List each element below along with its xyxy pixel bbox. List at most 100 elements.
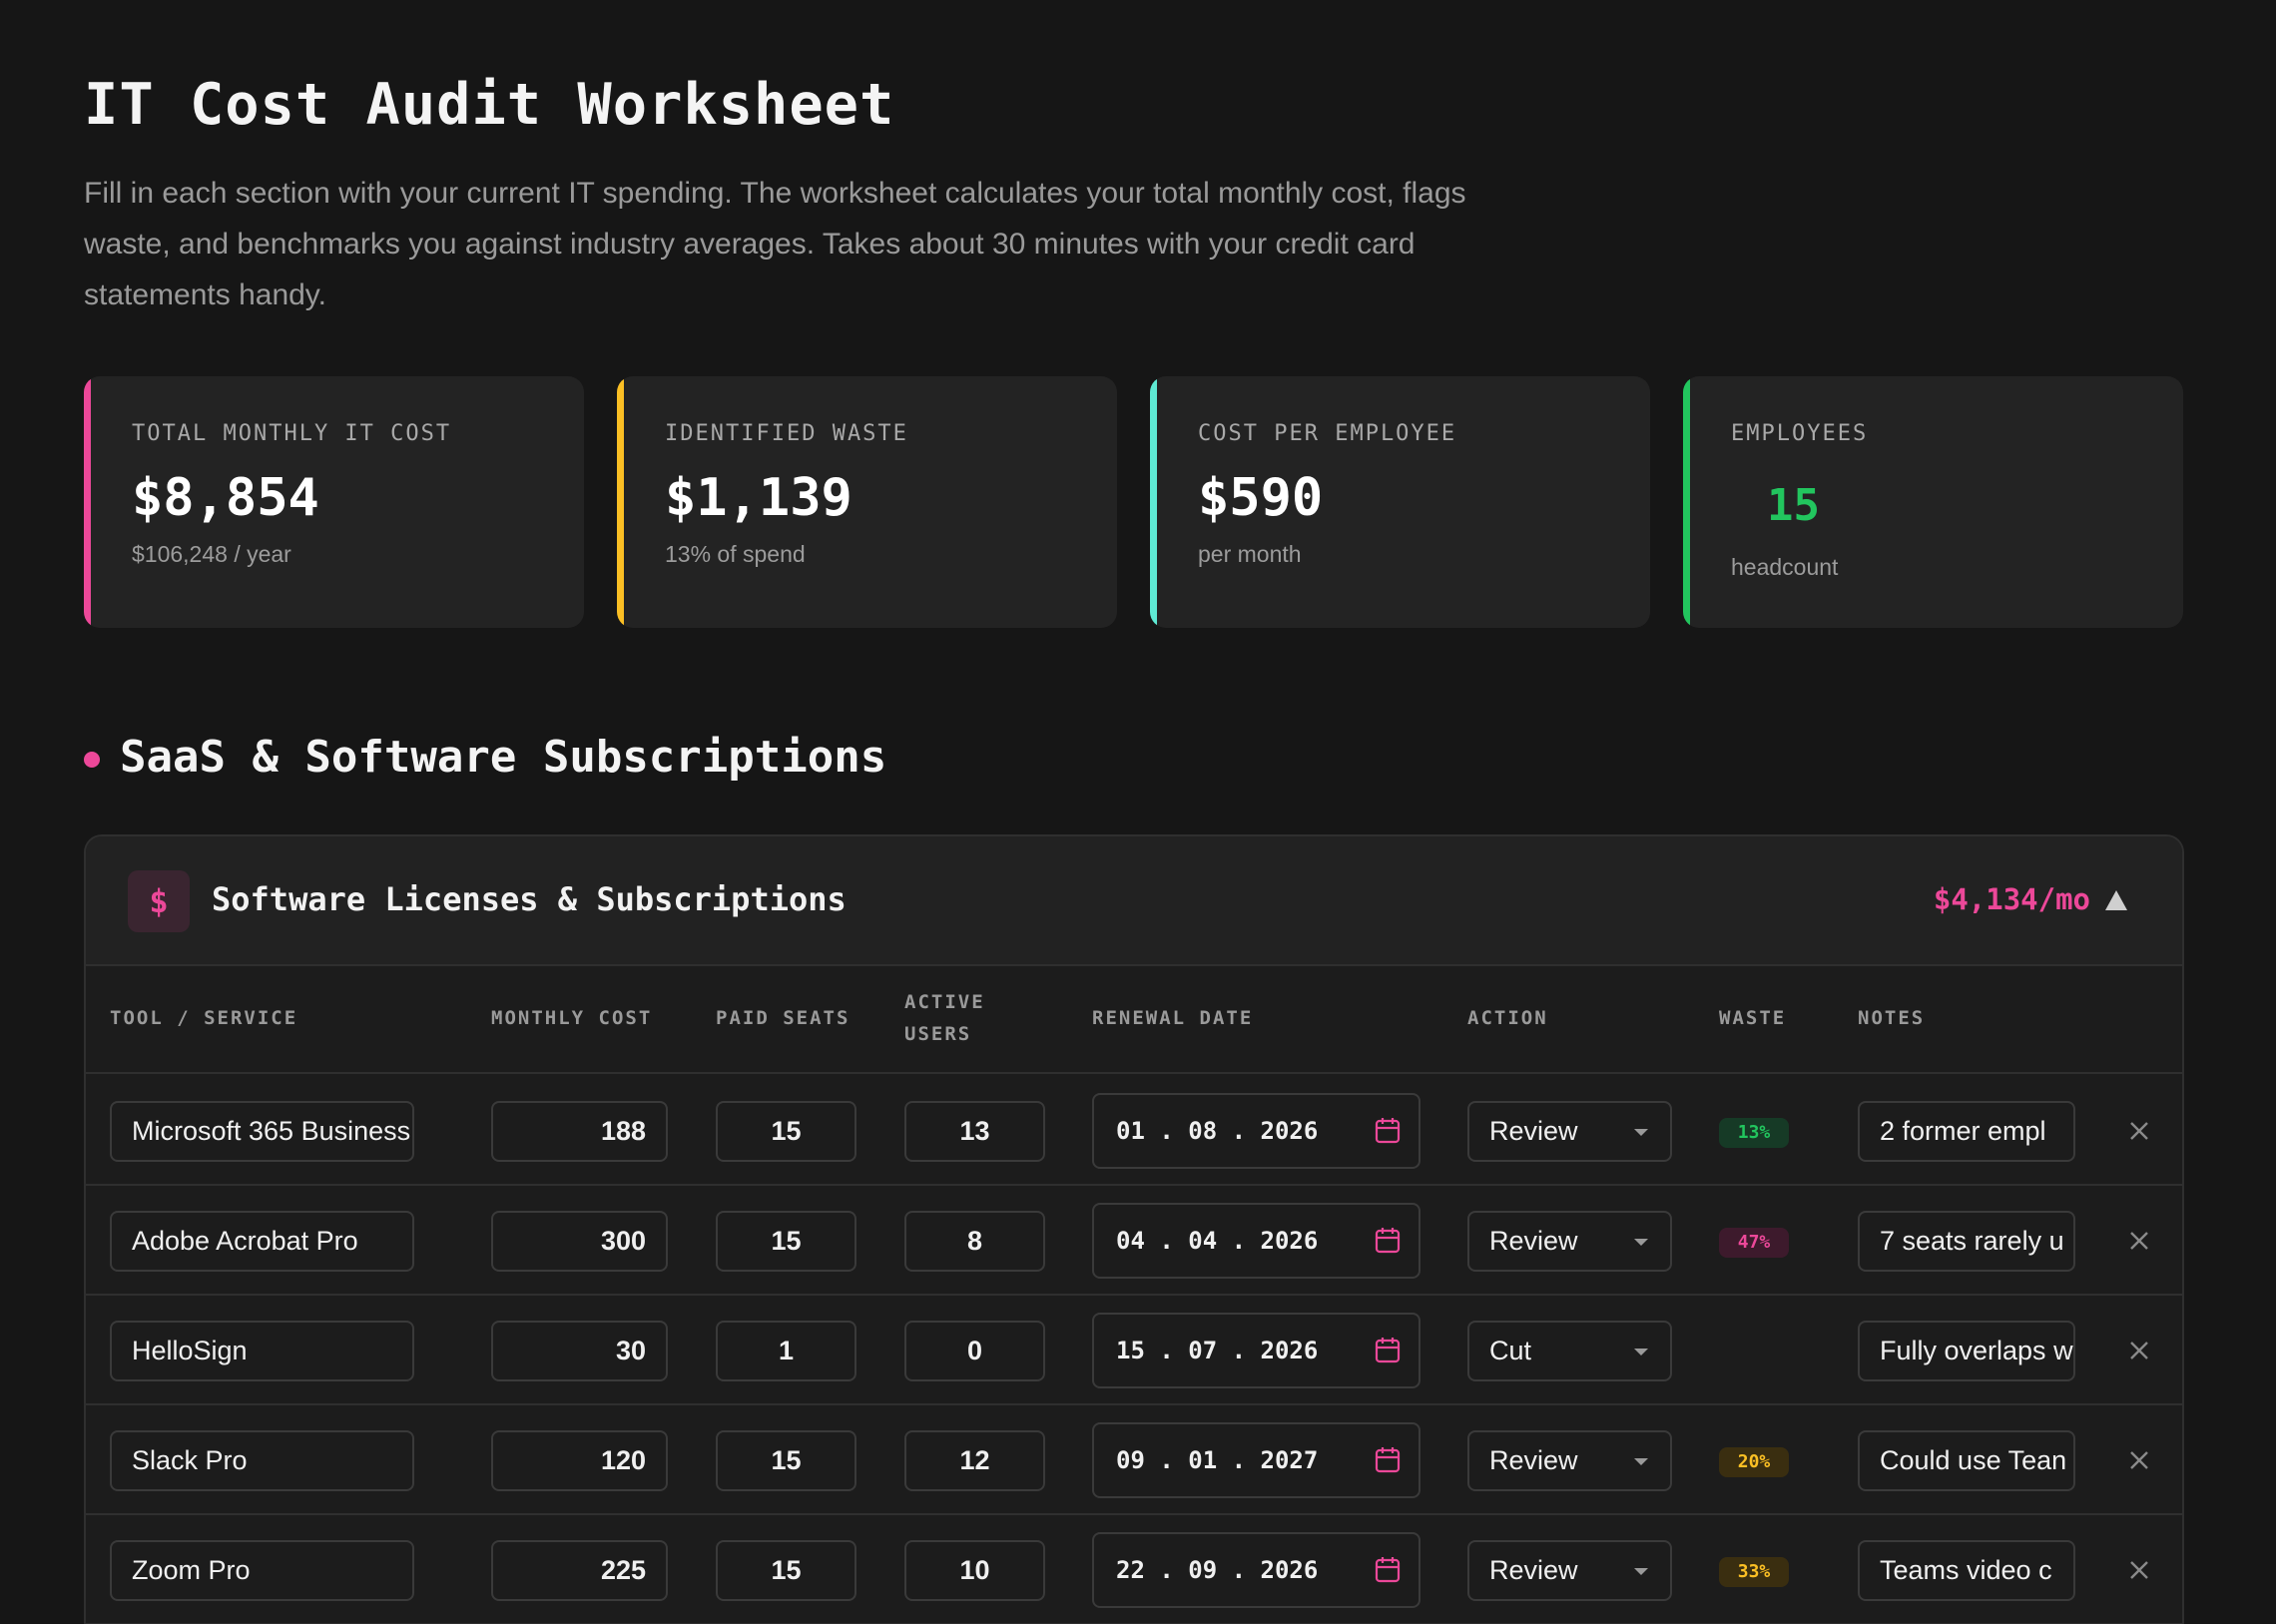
table-row: Slack Pro 120 15 12 09 . 01 . 2027 Revie… (86, 1405, 2182, 1515)
waste-badge: 33% (1719, 1557, 1789, 1587)
stat-value: $590 (1198, 468, 1324, 528)
stat-label: IDENTIFIED WASTE (665, 421, 908, 446)
stat-label: TOTAL MONTHLY IT COST (132, 421, 452, 446)
col-tool: TOOL / SERVICE (110, 1007, 298, 1029)
table-row: Adobe Acrobat Pro 300 15 8 04 . 04 . 202… (86, 1186, 2182, 1296)
close-icon[interactable] (2126, 1338, 2152, 1363)
col-renewal-date: RENEWAL DATE (1092, 1007, 1254, 1029)
tool-name-input[interactable]: HelloSign (110, 1321, 414, 1381)
active-users-input[interactable]: 12 (904, 1430, 1045, 1491)
stat-value: $1,139 (665, 468, 853, 528)
renewal-date-input[interactable]: 15 . 07 . 2026 (1092, 1313, 1421, 1388)
paid-seats-input[interactable]: 1 (716, 1321, 856, 1381)
tool-name-input[interactable]: Zoom Pro (110, 1540, 414, 1601)
table-row: HelloSign 30 1 0 15 . 07 . 2026 Cut Full… (86, 1296, 2182, 1405)
stat-accent (84, 376, 91, 628)
section-title: SaaS & Software Subscriptions (120, 732, 887, 783)
panel-title: Software Licenses & Subscriptions (212, 880, 847, 918)
close-icon[interactable] (2126, 1228, 2152, 1254)
software-panel: $ Software Licenses & Subscriptions $4,1… (84, 834, 2184, 1624)
close-icon[interactable] (2126, 1447, 2152, 1473)
paid-seats-input[interactable]: 15 (716, 1430, 856, 1491)
paid-seats-input[interactable]: 15 (716, 1211, 856, 1272)
renewal-date-input[interactable]: 22 . 09 . 2026 (1092, 1532, 1421, 1608)
stat-accent (617, 376, 624, 628)
chevron-down-icon (1634, 1349, 1648, 1355)
col-action: ACTION (1467, 1007, 1548, 1029)
monthly-cost-input[interactable]: 120 (491, 1430, 668, 1491)
waste-badge: 13% (1719, 1118, 1789, 1148)
col-monthly-cost: MONTHLY COST (491, 1007, 653, 1029)
renewal-date-value: 09 . 01 . 2027 (1116, 1446, 1319, 1474)
stat-value: $8,854 (132, 468, 319, 528)
stat-label: EMPLOYEES (1731, 421, 1869, 446)
stat-sub: 13% of spend (665, 541, 806, 567)
table-row: Microsoft 365 Business 188 15 13 01 . 08… (86, 1076, 2182, 1186)
close-icon[interactable] (2126, 1557, 2152, 1583)
renewal-date-input[interactable]: 04 . 04 . 2026 (1092, 1203, 1421, 1279)
renewal-date-value: 04 . 04 . 2026 (1116, 1227, 1319, 1255)
chevron-down-icon (1634, 1239, 1648, 1246)
stat-label: COST PER EMPLOYEE (1198, 421, 1457, 446)
action-select[interactable]: Review (1467, 1430, 1672, 1491)
notes-input[interactable]: Could use Tean (1858, 1430, 2075, 1491)
notes-input[interactable]: 7 seats rarely u (1858, 1211, 2075, 1272)
col-notes: NOTES (1858, 1007, 1926, 1029)
stat-sub: $106,248 / year (132, 541, 291, 567)
panel-total: $4,134/mo (1933, 882, 2090, 916)
dollar-icon: $ (128, 870, 190, 932)
waste-badge: 47% (1719, 1228, 1789, 1258)
monthly-cost-input[interactable]: 225 (491, 1540, 668, 1601)
chevron-down-icon (1634, 1458, 1648, 1465)
chevron-down-icon (1634, 1568, 1648, 1575)
action-select[interactable]: Review (1467, 1211, 1672, 1272)
section-dot-icon (84, 752, 100, 768)
active-users-input[interactable]: 10 (904, 1540, 1045, 1601)
close-icon[interactable] (2126, 1118, 2152, 1144)
action-select[interactable]: Review (1467, 1540, 1672, 1601)
stat-card-waste: IDENTIFIED WASTE $1,139 13% of spend (617, 376, 1117, 628)
monthly-cost-input[interactable]: 30 (491, 1321, 668, 1381)
stat-card-total-cost: TOTAL MONTHLY IT COST $8,854 $106,248 / … (84, 376, 584, 628)
action-select[interactable]: Review (1467, 1101, 1672, 1162)
monthly-cost-input[interactable]: 188 (491, 1101, 668, 1162)
tool-name-input[interactable]: Microsoft 365 Business (110, 1101, 414, 1162)
stat-card-employees: EMPLOYEES 15 headcount (1683, 376, 2183, 628)
notes-input[interactable]: Fully overlaps w (1858, 1321, 2075, 1381)
calendar-icon[interactable] (1375, 1337, 1401, 1364)
stats-row: TOTAL MONTHLY IT COST $8,854 $106,248 / … (84, 376, 2184, 628)
action-value: Cut (1489, 1336, 1532, 1365)
action-value: Review (1489, 1445, 1578, 1475)
notes-input[interactable]: Teams video c (1858, 1540, 2075, 1601)
active-users-input[interactable]: 13 (904, 1101, 1045, 1162)
page-title: IT Cost Audit Worksheet (84, 72, 895, 138)
paid-seats-input[interactable]: 15 (716, 1101, 856, 1162)
renewal-date-input[interactable]: 09 . 01 . 2027 (1092, 1422, 1421, 1498)
monthly-cost-input[interactable]: 300 (491, 1211, 668, 1272)
tool-name-input[interactable]: Slack Pro (110, 1430, 414, 1491)
active-users-input[interactable]: 0 (904, 1321, 1045, 1381)
employee-count-input[interactable]: 15 (1767, 480, 1820, 531)
renewal-date-input[interactable]: 01 . 08 . 2026 (1092, 1093, 1421, 1169)
stat-accent (1150, 376, 1157, 628)
action-select[interactable]: Cut (1467, 1321, 1672, 1381)
calendar-icon[interactable] (1375, 1446, 1401, 1474)
col-paid-seats: PAID SEATS (716, 1007, 851, 1029)
panel-header[interactable]: $ Software Licenses & Subscriptions $4,1… (86, 836, 2182, 966)
tool-name-input[interactable]: Adobe Acrobat Pro (110, 1211, 414, 1272)
calendar-icon[interactable] (1375, 1556, 1401, 1584)
stat-card-cost-per-employee: COST PER EMPLOYEE $590 per month (1150, 376, 1650, 628)
action-value: Review (1489, 1116, 1578, 1146)
calendar-icon[interactable] (1375, 1117, 1401, 1145)
calendar-icon[interactable] (1375, 1227, 1401, 1255)
table-header: TOOL / SERVICE MONTHLY COST PAID SEATS A… (86, 966, 2182, 1074)
stat-sub: headcount (1731, 554, 1839, 580)
col-waste: WASTE (1719, 1007, 1787, 1029)
paid-seats-input[interactable]: 15 (716, 1540, 856, 1601)
active-users-input[interactable]: 8 (904, 1211, 1045, 1272)
renewal-date-value: 15 . 07 . 2026 (1116, 1337, 1319, 1364)
action-value: Review (1489, 1555, 1578, 1585)
notes-input[interactable]: 2 former empl (1858, 1101, 2075, 1162)
col-active-users-line2: USERS (904, 1023, 972, 1045)
collapse-triangle-icon[interactable] (2104, 888, 2128, 912)
